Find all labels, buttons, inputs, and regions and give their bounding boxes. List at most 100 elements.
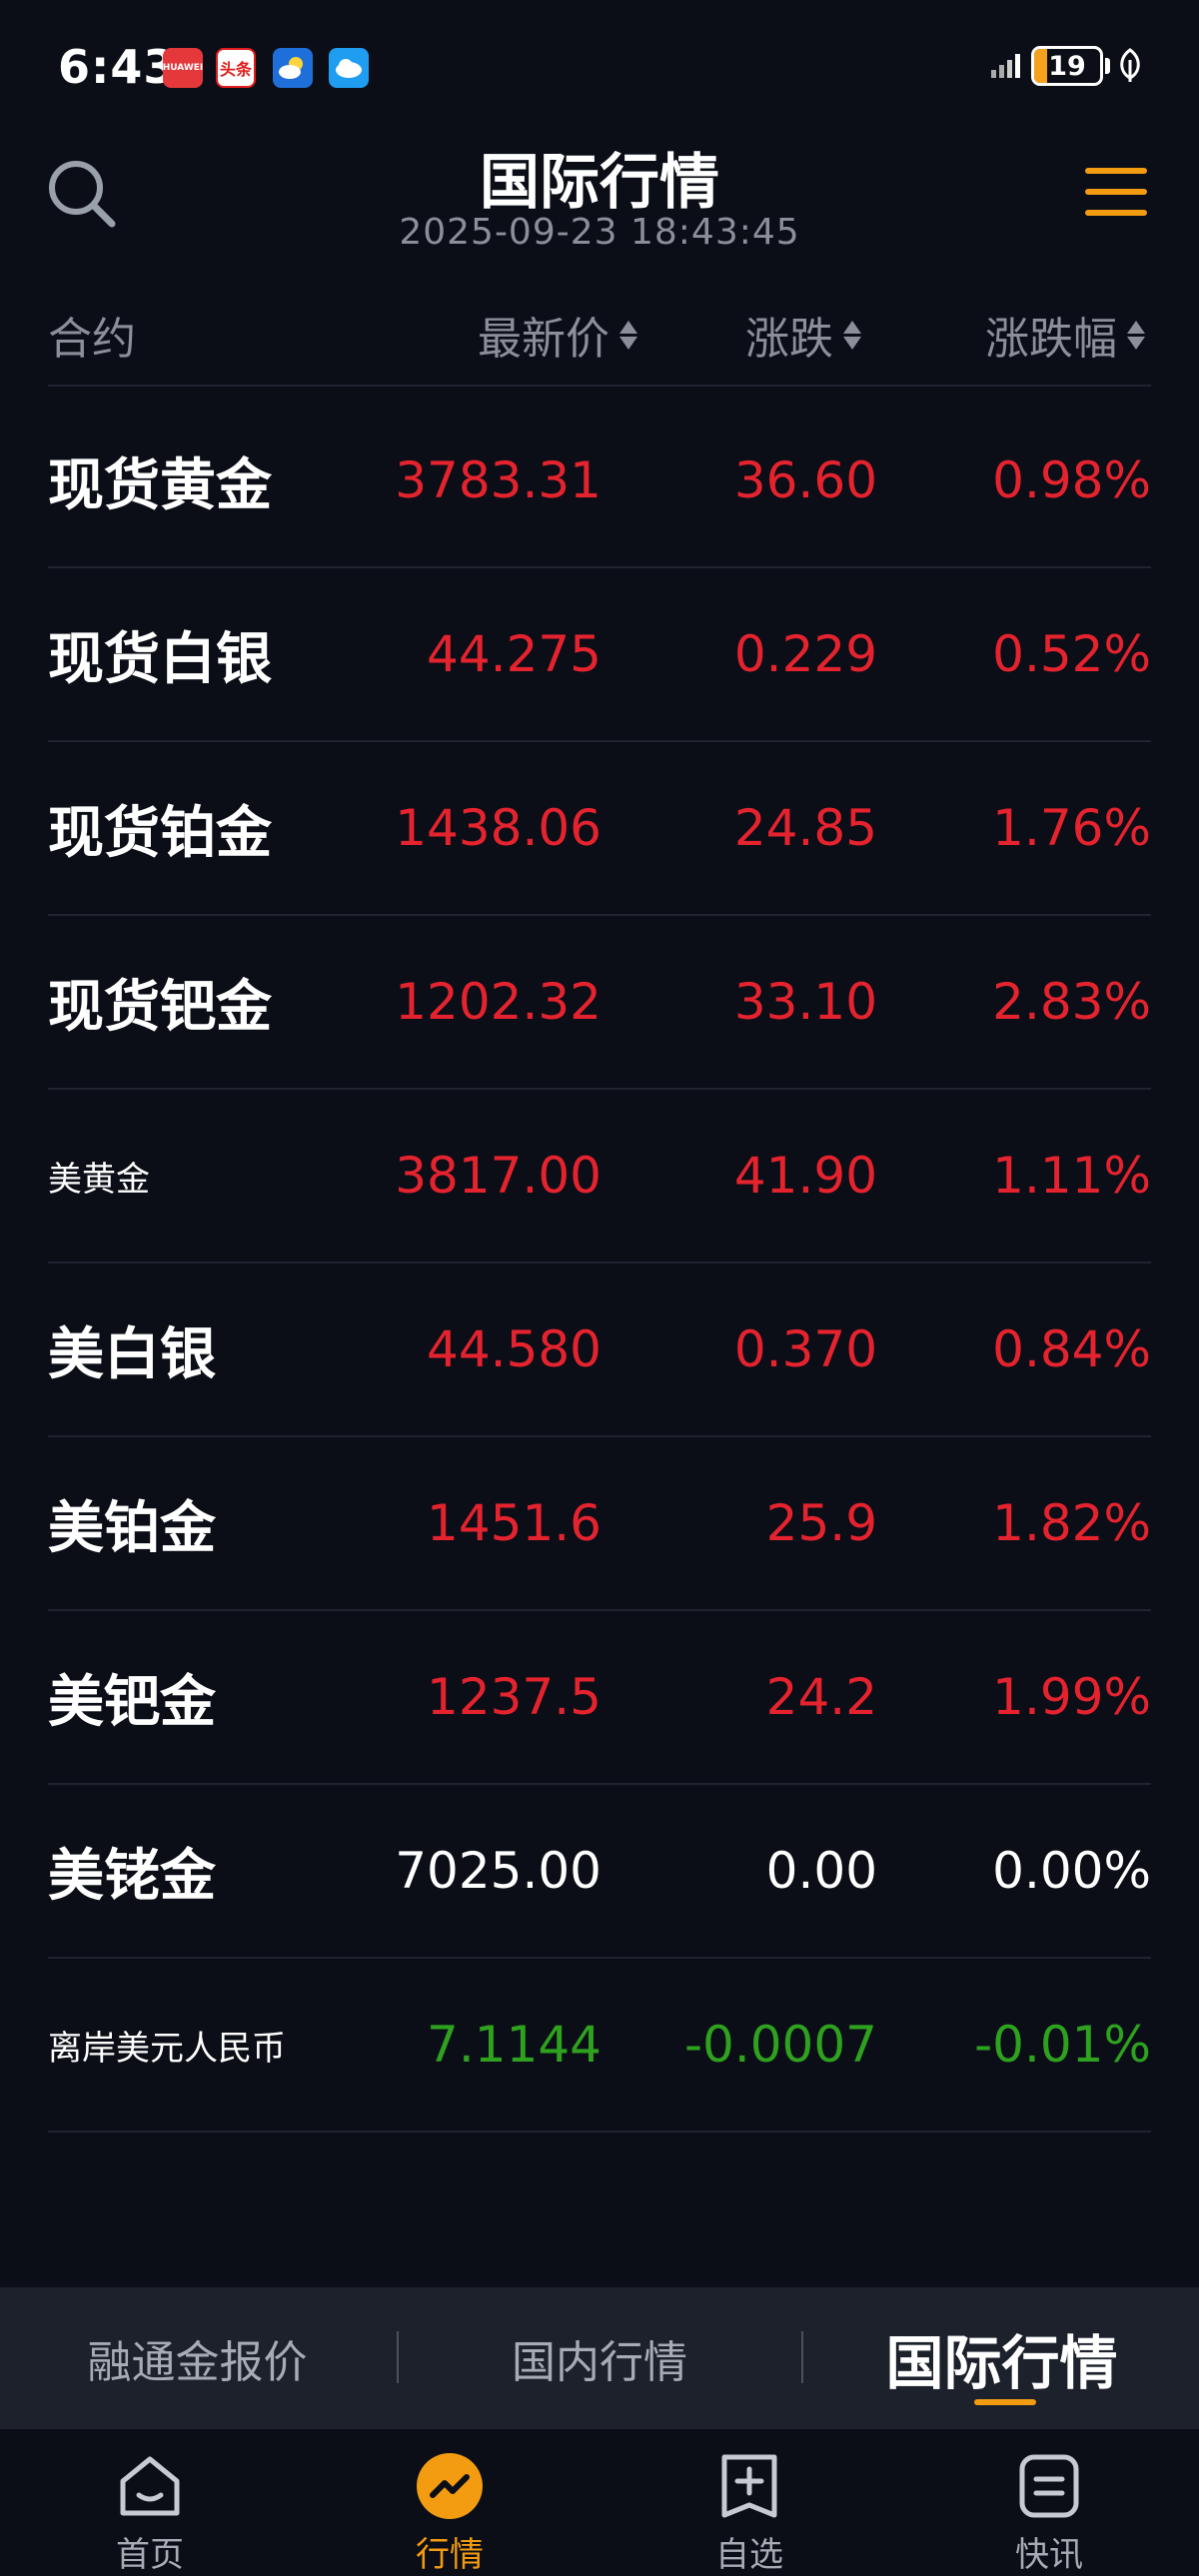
quote-price: 1451.6 [427, 1494, 601, 1552]
menu-icon-bar [1085, 210, 1147, 216]
col-header-change-label: 涨跌 [745, 314, 833, 365]
battery-tip [1105, 58, 1110, 74]
menu-icon [1085, 168, 1147, 174]
page-header: 国际行情 2025-09-23 18:43:45 [0, 130, 1199, 270]
quote-row[interactable]: 现货钯金 1202.32 33.10 2.83% [48, 916, 1151, 1090]
col-header-change-pct-label: 涨跌幅 [985, 314, 1117, 365]
quote-row[interactable]: 美铑金 7025.00 0.00 0.00% [48, 1785, 1151, 1959]
tab-domestic-market[interactable]: 国内行情 [400, 2287, 799, 2429]
quote-change: 33.10 [733, 973, 877, 1031]
quote-price: 1438.06 [395, 799, 601, 857]
quote-row[interactable]: 现货白银 44.275 0.229 0.52% [48, 568, 1151, 742]
quote-row[interactable]: 现货黄金 3783.31 36.60 0.98% [48, 395, 1151, 568]
quote-change: 0.229 [733, 625, 877, 683]
quote-price: 3783.31 [395, 451, 601, 509]
quote-change: 41.90 [733, 1147, 877, 1205]
quote-name: 美铂金 [48, 1495, 216, 1561]
tab-divider [397, 2331, 399, 2383]
quote-change-pct: 0.84% [992, 1320, 1151, 1378]
notif-label-toutiao: 头条 [219, 60, 252, 79]
quote-name: 现货铂金 [48, 800, 272, 866]
col-header-change[interactable]: 涨跌 [745, 303, 861, 367]
quote-name: 美铑金 [48, 1843, 216, 1909]
quote-change: 36.60 [733, 451, 877, 509]
table-header: 合约 最新价 涨跌 涨跌幅 [48, 285, 1151, 387]
quote-name: 美白银 [48, 1321, 216, 1387]
news-icon [1019, 2454, 1079, 2518]
quote-name: 离岸美元人民币 [48, 2028, 286, 2069]
quote-name: 美钯金 [48, 1669, 216, 1735]
sort-icon [1127, 320, 1145, 350]
sort-icon [843, 320, 861, 350]
quote-price: 44.275 [427, 625, 601, 683]
quote-change: 24.2 [765, 1668, 877, 1726]
quote-list: 现货黄金 3783.31 36.60 0.98% 现货白银 44.275 0.2… [48, 395, 1151, 2133]
quote-change: 25.9 [765, 1494, 877, 1552]
battery-level: 19 [1048, 50, 1086, 82]
quote-change-pct: 0.98% [992, 451, 1151, 509]
quote-change: -0.0007 [684, 2016, 877, 2074]
nav-news-label: 快讯 [1015, 2535, 1083, 2575]
quote-name: 现货白银 [48, 626, 272, 692]
quote-name: 美黄金 [48, 1159, 150, 1200]
col-header-price-label: 最新价 [478, 314, 609, 365]
power-saving-leaf-icon [1117, 48, 1143, 88]
col-header-name-label: 合约 [48, 314, 136, 365]
nav-watchlist[interactable]: 自选 [649, 2451, 849, 2576]
quote-change-pct: 0.52% [992, 625, 1151, 683]
tab-divider [801, 2331, 803, 2383]
quote-change-pct: 1.11% [992, 1147, 1151, 1205]
quote-row[interactable]: 美黄金 3817.00 41.90 1.11% [48, 1090, 1151, 1264]
quote-row[interactable]: 美白银 44.580 0.370 0.84% [48, 1264, 1151, 1437]
nav-news[interactable]: 快讯 [949, 2451, 1149, 2576]
status-bar: 6:43 HUAWEI 头条 19 [0, 0, 1199, 130]
add-bookmark-icon [721, 2454, 777, 2518]
huawei-app-icon: HUAWEI [163, 48, 203, 88]
quote-change-pct: 1.76% [992, 799, 1151, 857]
cloud-app-icon [329, 48, 369, 88]
quote-change-pct: 1.82% [992, 1494, 1151, 1552]
quote-price: 7025.00 [395, 1842, 601, 1900]
battery-icon: 19 [1031, 46, 1103, 86]
quote-change: 24.85 [733, 799, 877, 857]
nav-market-label: 行情 [416, 2535, 484, 2575]
quote-change: 0.00 [765, 1842, 877, 1900]
quote-name: 现货黄金 [48, 452, 272, 518]
update-timestamp: 2025-09-23 18:43:45 [399, 212, 800, 253]
notif-label-huawei: HUAWEI [163, 63, 203, 73]
quote-price: 1202.32 [395, 973, 601, 1031]
quote-change-pct: -0.01% [974, 2016, 1151, 2074]
trend-icon [417, 2453, 483, 2519]
menu-button[interactable] [1085, 168, 1147, 222]
page-title: 国际行情 [480, 148, 719, 218]
quote-price: 3817.00 [395, 1147, 601, 1205]
quote-row[interactable]: 现货铂金 1438.06 24.85 1.76% [48, 742, 1151, 916]
quote-name: 现货钯金 [48, 974, 272, 1040]
quote-change-pct: 1.99% [992, 1668, 1151, 1726]
status-time: 6:43 [58, 40, 177, 94]
quote-price: 1237.5 [427, 1668, 601, 1726]
signal-icon [989, 50, 1029, 87]
col-header-name: 合约 [48, 303, 136, 367]
nav-home-label: 首页 [116, 2535, 184, 2575]
menu-icon-bar [1085, 189, 1147, 195]
quote-price: 44.580 [427, 1320, 601, 1378]
home-icon [120, 2456, 180, 2516]
tab-rongtong-quote[interactable]: 融通金报价 [0, 2287, 395, 2429]
quote-row[interactable]: 离岸美元人民币 7.1144 -0.0007 -0.01% [48, 1959, 1151, 2133]
quote-change-pct: 0.00% [992, 1842, 1151, 1900]
col-header-price[interactable]: 最新价 [478, 303, 637, 367]
nav-watchlist-label: 自选 [715, 2535, 783, 2575]
quote-price: 7.1144 [427, 2016, 601, 2074]
quote-row[interactable]: 美铂金 1451.6 25.9 1.82% [48, 1437, 1151, 1611]
quote-row[interactable]: 美钯金 1237.5 24.2 1.99% [48, 1611, 1151, 1785]
toutiao-app-icon: 头条 [216, 48, 256, 88]
col-header-change-pct[interactable]: 涨跌幅 [985, 303, 1145, 367]
bottom-nav: 首页 行情 自选 快讯 [0, 2429, 1199, 2575]
tab-international-market[interactable]: 国际行情 [804, 2287, 1199, 2429]
quote-change: 0.370 [733, 1320, 877, 1378]
weather-app-icon [273, 48, 313, 88]
nav-market[interactable]: 行情 [350, 2451, 550, 2576]
nav-home[interactable]: 首页 [50, 2451, 250, 2576]
quote-change-pct: 2.83% [992, 973, 1151, 1031]
